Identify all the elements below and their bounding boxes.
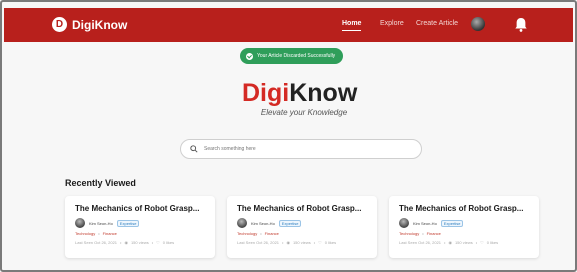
tag-technology[interactable]: Technology (237, 231, 257, 236)
nav-explore-link[interactable]: Explore (380, 20, 404, 27)
tag-finance[interactable]: Finance (103, 231, 117, 236)
last-seen: Last Seen Oct 26, 2021 (75, 240, 118, 245)
card-tags: Technology • Finance (237, 231, 367, 236)
toast-message: Your Article Discarded Successfully (257, 53, 336, 59)
article-card[interactable]: The Mechanics of Robot Grasp... Kim Seon… (65, 196, 215, 258)
search-input[interactable] (204, 146, 404, 152)
like-count: 0 likes (324, 240, 337, 245)
eye-icon: ◉ (448, 240, 452, 245)
card-title[interactable]: The Mechanics of Robot Grasp... (399, 204, 529, 213)
like-icon: ♡ (480, 240, 484, 245)
hero-tagline: Elevate your Knowledge (260, 108, 348, 117)
author-avatar (237, 218, 247, 228)
tag-technology[interactable]: Technology (399, 231, 419, 236)
view-count: 150 views (454, 240, 473, 245)
author-name: Kim Seon-Ho (89, 220, 113, 226)
recently-viewed-title: Recently Viewed (65, 178, 136, 188)
like-count: 0 likes (162, 240, 175, 245)
meta-separator: • (475, 240, 478, 245)
like-icon: ♡ (318, 240, 322, 245)
eye-icon: ◉ (124, 240, 128, 245)
brand-logo-icon: D (52, 17, 67, 32)
nav-home-link[interactable]: Home (342, 20, 362, 31)
last-seen: Last Seen Oct 26, 2021 (237, 240, 280, 245)
card-tags: Technology • Finance (75, 231, 205, 236)
eye-icon: ◉ (286, 240, 290, 245)
hero-logo-accent: Digi (242, 79, 290, 107)
tag-separator: • (422, 231, 424, 236)
article-card[interactable]: The Mechanics of Robot Grasp... Kim Seon… (389, 196, 539, 258)
expertise-badge: Expertise (278, 219, 302, 227)
user-avatar[interactable] (471, 17, 485, 31)
card-tags: Technology • Finance (399, 231, 529, 236)
card-meta: Last Seen Oct 26, 2021 • ◉ 150 views • ♡… (75, 240, 205, 245)
navbar: D DigiKnow Home Explore Create Article (4, 8, 573, 42)
card-author: Kim Seon-Ho Expertise (399, 218, 529, 228)
bell-icon[interactable] (514, 17, 528, 33)
meta-separator: • (151, 240, 154, 245)
meta-separator: • (444, 240, 446, 245)
brand-name: DigiKnow (72, 17, 128, 32)
article-card[interactable]: The Mechanics of Robot Grasp... Kim Seon… (227, 196, 377, 258)
author-avatar (75, 218, 85, 228)
hero-logo: DigiKnow (242, 79, 357, 108)
card-title[interactable]: The Mechanics of Robot Grasp... (75, 204, 205, 213)
nav-create-article-link[interactable]: Create Article (416, 20, 458, 27)
success-toast: Your Article Discarded Successfully (240, 48, 344, 64)
like-count: 0 likes (486, 240, 499, 245)
last-seen: Last Seen Oct 26, 2021 (399, 240, 442, 245)
expertise-badge: Expertise (116, 219, 140, 227)
brand[interactable]: D DigiKnow (52, 17, 127, 32)
app-frame: D DigiKnow Home Explore Create Article Y… (0, 0, 577, 272)
view-count: 150 views (130, 240, 149, 245)
tag-separator: • (260, 231, 262, 236)
view-count: 150 views (292, 240, 311, 245)
card-author: Kim Seon-Ho Expertise (75, 218, 205, 228)
check-circle-icon (246, 52, 253, 60)
hero-logo-rest: Know (289, 79, 358, 107)
author-name: Kim Seon-Ho (413, 220, 437, 226)
like-icon: ♡ (156, 240, 160, 245)
tag-finance[interactable]: Finance (265, 231, 279, 236)
card-meta: Last Seen Oct 26, 2021 • ◉ 150 views • ♡… (237, 240, 367, 245)
card-author: Kim Seon-Ho Expertise (237, 218, 367, 228)
tag-technology[interactable]: Technology (75, 231, 95, 236)
card-title[interactable]: The Mechanics of Robot Grasp... (237, 204, 367, 213)
meta-separator: • (313, 240, 316, 245)
expertise-badge: Expertise (440, 219, 464, 227)
meta-separator: • (282, 240, 284, 245)
search-bar[interactable] (180, 139, 422, 159)
author-avatar (399, 218, 409, 228)
meta-separator: • (120, 240, 122, 245)
tag-finance[interactable]: Finance (427, 231, 441, 236)
card-meta: Last Seen Oct 26, 2021 • ◉ 150 views • ♡… (399, 240, 529, 245)
author-name: Kim Seon-Ho (251, 220, 275, 226)
search-icon (190, 145, 198, 153)
tag-separator: • (98, 231, 100, 236)
